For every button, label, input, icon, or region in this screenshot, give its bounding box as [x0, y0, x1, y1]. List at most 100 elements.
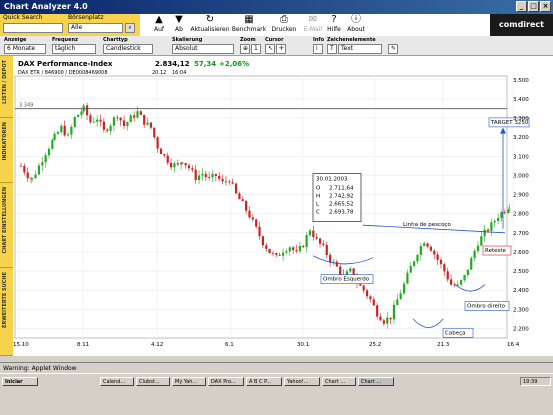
candle-body — [19, 165, 23, 167]
candle-body — [470, 258, 473, 270]
cursor-cross-button[interactable]: ✛ — [276, 44, 286, 54]
candle-body — [386, 317, 389, 324]
y-tick-label: 3.000 — [513, 173, 529, 179]
candle-body — [463, 275, 466, 281]
drawing-tool-icon[interactable]: T — [327, 44, 337, 54]
quote-date: 20.12 — [152, 70, 167, 76]
sidebar-tab-advanced-search[interactable]: ERWEITERTE SUCHE — [0, 268, 13, 356]
candle-body — [312, 230, 315, 238]
refresh-button[interactable]: ↻ Aktualisieren — [188, 14, 232, 36]
scaling-select[interactable]: Absolut — [172, 44, 234, 54]
candle-body — [446, 271, 449, 280]
window-controls: _ □ × — [516, 1, 551, 12]
taskbar-item[interactable]: Calend... — [100, 377, 134, 386]
candle-body — [429, 246, 433, 251]
brand-logo: comdirect — [490, 14, 553, 36]
candle-body — [476, 245, 480, 252]
about-button[interactable]: ⓘ About — [342, 14, 370, 36]
candle-body — [416, 254, 419, 262]
candle-body — [315, 237, 318, 239]
minimize-button[interactable]: _ — [516, 1, 527, 12]
candle-body — [136, 111, 139, 118]
candle-body — [483, 229, 486, 237]
taskbar-item[interactable]: Clubst... — [136, 377, 170, 386]
exchange-select[interactable]: Alle — [68, 23, 123, 33]
candle-body — [191, 168, 194, 170]
x-tick-label: 25.2 — [369, 342, 381, 348]
quick-search-input[interactable] — [3, 23, 63, 33]
candle-body — [460, 280, 463, 285]
candle-body — [73, 117, 76, 127]
y-tick-label: 2.600 — [513, 250, 529, 256]
candle-body — [139, 111, 142, 115]
start-button[interactable]: Iniciar — [2, 377, 38, 386]
candle-body — [119, 117, 122, 121]
candle-body — [211, 173, 214, 178]
printer-icon: ⎙ — [280, 14, 288, 25]
scaling-label: Skalierung — [172, 37, 203, 43]
frequency-select[interactable]: täglich — [52, 44, 96, 54]
candle-body — [37, 165, 41, 175]
taskbar-item-active[interactable]: Chart ... — [358, 377, 394, 386]
options-bar: Anzeige 6 Monate Frequenz täglich Chartt… — [0, 36, 553, 56]
sidebar: LISTEN / DEPOT INDIKATOREN CHART EINSTEL… — [0, 56, 13, 356]
candle-body — [261, 236, 265, 246]
taskbar-item[interactable]: Yahoo!... — [284, 377, 320, 386]
candle-body — [197, 175, 201, 180]
chart-icon: ▦ — [244, 14, 254, 25]
tooltip-value: 2.711,64 — [329, 186, 354, 192]
candle-body — [258, 226, 261, 237]
benchmark-button[interactable]: ▦ Benchmark — [230, 14, 268, 36]
candle-body — [349, 268, 352, 272]
maximize-button[interactable]: □ — [528, 1, 539, 12]
candle-body — [329, 254, 332, 263]
candle-body — [96, 119, 99, 122]
print-button[interactable]: ⎙ Drucken — [268, 14, 300, 36]
pen-icon[interactable]: ✎ — [388, 44, 398, 54]
taskbar-item[interactable]: A B C P... — [246, 377, 282, 386]
candle-body — [396, 299, 399, 305]
candle-body — [399, 293, 402, 300]
candle-body — [409, 265, 412, 273]
taskbar-item[interactable]: DAX Pro... — [208, 377, 244, 386]
last-price: 2.834,12 — [155, 60, 190, 68]
x-tick-label: 15.10 — [13, 342, 29, 348]
candle-body — [265, 245, 268, 249]
sidebar-tab-lists[interactable]: LISTEN / DEPOT — [0, 56, 13, 118]
candle-body — [187, 165, 191, 169]
candle-body — [63, 125, 66, 136]
zoom-reset-button[interactable]: 1 — [251, 44, 261, 54]
info-button[interactable]: i — [313, 44, 323, 54]
candle-body — [129, 115, 132, 123]
candle-body — [66, 134, 70, 136]
title-bar: Chart Analyzer 4.0 _ □ × — [0, 0, 553, 14]
candle-body — [433, 250, 436, 255]
candlestick-chart[interactable]: 3.349Linha de pescoçoTARGET 3250Ombro Es… — [13, 56, 553, 356]
drawing-select[interactable]: Text — [338, 44, 382, 54]
close-button[interactable]: × — [540, 1, 551, 12]
sidebar-tab-indicators[interactable]: INDIKATOREN — [0, 118, 13, 183]
candle-body — [153, 127, 156, 138]
candle-body — [102, 121, 105, 130]
candle-body — [449, 279, 453, 285]
taskbar-item[interactable]: Chart ... — [322, 377, 356, 386]
status-bar: Warning: Applet Window — [0, 362, 553, 373]
candle-body — [80, 111, 83, 115]
candle-body — [47, 148, 51, 156]
charttype-select[interactable]: Candlestick — [103, 44, 153, 54]
cursor-pointer-button[interactable]: ↖ — [265, 44, 275, 54]
candle-body — [109, 125, 112, 131]
zoom-button[interactable]: ⊕ — [240, 44, 250, 54]
candle-body — [339, 266, 342, 275]
candle-body — [31, 178, 34, 179]
y-tick-label: 2.800 — [513, 212, 529, 218]
y-tick-label: 2.300 — [513, 307, 529, 313]
sidebar-tab-chart-settings[interactable]: CHART EINSTELLUNGEN — [0, 183, 13, 268]
candle-body — [159, 148, 163, 155]
display-select[interactable]: 6 Monate — [4, 44, 46, 54]
candle-body — [214, 173, 217, 176]
search-icon[interactable]: ⌕ — [125, 23, 135, 33]
taskbar-item[interactable]: My Yah... — [172, 377, 206, 386]
candle-body — [204, 173, 207, 177]
candle-body — [292, 247, 295, 251]
